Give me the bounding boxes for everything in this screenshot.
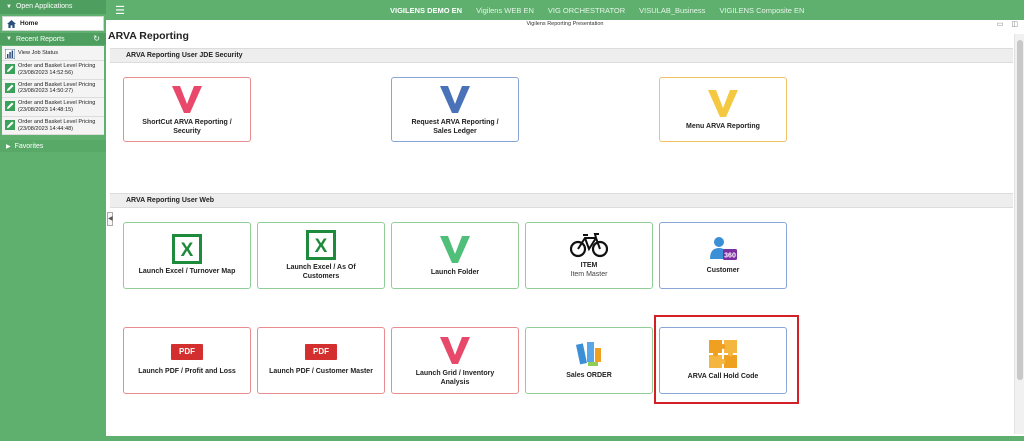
app-root: ▼ Open Applications Home ▼ Recent Report… — [0, 0, 1024, 441]
collapse-panel-icon[interactable]: ◀ — [107, 212, 113, 226]
highlight-box — [654, 315, 799, 404]
vigilens-logo-icon — [707, 87, 739, 119]
tile-item-master[interactable]: ITEM Item Master — [525, 222, 653, 289]
tile-customer[interactable]: 360 Customer — [659, 222, 787, 289]
edit-report-icon — [5, 64, 15, 74]
sidebar: ▼ Open Applications Home ▼ Recent Report… — [0, 0, 106, 441]
pdf-badge: PDF — [305, 344, 337, 361]
sidebar-item-home[interactable]: Home — [2, 16, 104, 31]
tile-shortcut-arva-reporting-security[interactable]: ShortCut ARVA Reporting / Security — [123, 77, 251, 142]
refresh-icon[interactable]: ↻ — [93, 33, 100, 45]
application-tabs: VIGILENS DEMO EN Vigilens WEB EN VIG ORC… — [390, 6, 804, 15]
sub-header: Vigilens Reporting Presentation ▭ ◫ — [106, 20, 1024, 30]
minimize-icon[interactable]: ▭ — [997, 20, 1004, 28]
tab-vig-orchestrator[interactable]: VIG ORCHESTRATOR — [548, 6, 625, 15]
tile-launch-excel-turnover-map[interactable]: X Launch Excel / Turnover Map — [123, 222, 251, 289]
tile-sales-order[interactable]: Sales ORDER — [525, 327, 653, 394]
recent-reports-label: Recent Reports — [15, 35, 65, 43]
tile-label: ITEM — [580, 261, 598, 269]
tile-request-arva-reporting-sales-ledger[interactable]: Request ARVA Reporting / Sales Ledger — [391, 77, 519, 142]
tab-vigilens-web-en[interactable]: Vigilens WEB EN — [476, 6, 534, 15]
tile-launch-excel-as-of-customers[interactable]: X Launch Excel / As Of Customers — [257, 222, 385, 289]
page-title: ARVA Reporting — [108, 30, 189, 42]
tile-label: Launch PDF / Profit and Loss — [138, 368, 236, 376]
recent-item-label: Order and Basket Level Pricing — [18, 118, 96, 125]
pdf-badge: PDF — [171, 344, 203, 361]
tile-launch-pdf-profit-and-loss[interactable]: PDF Launch PDF / Profit and Loss — [123, 327, 251, 394]
tab-vigilens-composite-en[interactable]: VIGILENS Composite EN — [719, 6, 804, 15]
recent-item[interactable]: Order and Basket Level Pricing (23/08/202… — [2, 117, 104, 136]
recent-item-label: Order and Basket Level Pricing — [18, 63, 96, 69]
tile-label: Launch Excel / Turnover Map — [138, 268, 236, 276]
tile-label: ShortCut ARVA Reporting / Security — [142, 119, 232, 135]
presentation-subtitle: Vigilens Reporting Presentation — [526, 21, 604, 27]
recent-reports-list: View Job Status Order and Basket Level P… — [2, 46, 104, 136]
pdf-icon: PDF — [171, 344, 203, 361]
edit-report-icon — [5, 82, 15, 93]
excel-icon: X — [172, 234, 202, 265]
tile-label: Launch Grid / Inventory Analysis — [415, 370, 495, 386]
edit-report-icon — [5, 101, 15, 112]
hamburger-menu-icon[interactable]: ☰ — [110, 4, 130, 17]
recent-item-label: Order and Basket Level Pricing — [18, 81, 96, 88]
svg-text:X: X — [181, 240, 194, 261]
tab-vigilens-demo-en[interactable]: VIGILENS DEMO EN — [390, 6, 462, 15]
recent-item-label: View Job Status — [18, 49, 59, 56]
chevron-down-icon: ▼ — [6, 4, 12, 10]
recent-item-time: (23/08/2023 14:48:15) — [18, 106, 74, 113]
home-label: Home — [20, 20, 39, 27]
bicycle-icon — [570, 232, 608, 258]
excel-icon: X — [306, 230, 336, 260]
recent-item-time: (23/08/2023 14:50:27) — [18, 88, 74, 95]
chevron-right-icon: ▶ — [6, 143, 11, 150]
vigilens-logo-icon — [171, 83, 203, 115]
scrollbar-thumb[interactable] — [1017, 40, 1023, 380]
sales-order-icon — [575, 340, 603, 368]
tile-launch-grid-inventory-analysis[interactable]: Launch Grid / Inventory Analysis — [391, 327, 519, 394]
svg-text:X: X — [315, 236, 328, 257]
recent-item[interactable]: Order and Basket Level Pricing (23/08/202… — [2, 98, 104, 117]
recent-item-label: Order and Basket Level Pricing — [18, 100, 96, 107]
tile-label: Customer — [706, 267, 740, 275]
section-header-user-web: ARVA Reporting User Web — [110, 193, 1013, 208]
tile-label: Launch Excel / As Of Customers — [286, 264, 356, 280]
recent-item[interactable]: Order and Basket Level Pricing (23/08/202… — [2, 80, 104, 99]
open-applications-label: Open Applications — [15, 3, 73, 10]
vertical-scrollbar[interactable] — [1014, 34, 1024, 434]
window-controls: ▭ ◫ — [997, 20, 1018, 28]
recent-item-time: (23/08/2023 14:52:56) — [18, 69, 74, 76]
tile-menu-arva-reporting[interactable]: Menu ARVA Reporting — [659, 77, 787, 142]
recent-item-time: (23/08/2023 14:44:48) — [18, 125, 74, 132]
tile-launch-pdf-customer-master[interactable]: PDF Launch PDF / Customer Master — [257, 327, 385, 394]
favorites-label: Favorites — [14, 142, 44, 150]
favorites-header[interactable]: ▶ Favorites — [0, 140, 106, 153]
recent-item-view-job-status[interactable]: View Job Status — [2, 46, 104, 61]
tile-sublabel: Item Master — [570, 271, 608, 278]
recent-item[interactable]: Order and Basket Level Pricing (23/08/202… — [2, 61, 104, 80]
tile-label: Launch Folder — [430, 269, 480, 277]
tile-label: Sales ORDER — [566, 372, 612, 380]
tile-label: Menu ARVA Reporting — [686, 123, 760, 131]
svg-text:360: 360 — [724, 253, 736, 260]
customer-360-icon: 360 — [708, 235, 738, 263]
bottom-bar — [0, 436, 1024, 441]
vigilens-logo-icon — [439, 83, 471, 115]
recent-reports-header[interactable]: ▼ Recent Reports ↻ — [0, 33, 106, 45]
top-navigation-bar: ☰ VIGILENS DEMO EN Vigilens WEB EN VIG O… — [106, 0, 1024, 20]
section-header-jde-security: ARVA Reporting User JDE Security — [110, 48, 1013, 63]
edit-report-icon — [5, 119, 15, 130]
vigilens-logo-icon — [439, 334, 471, 366]
home-icon — [7, 19, 16, 28]
tile-label: Launch PDF / Customer Master — [269, 368, 373, 376]
tile-launch-folder[interactable]: Launch Folder — [391, 222, 519, 289]
chevron-down-icon: ▼ — [6, 36, 12, 42]
vigilens-logo-icon — [439, 233, 471, 265]
open-applications-header[interactable]: ▼ Open Applications — [0, 0, 106, 14]
maximize-icon[interactable]: ◫ — [1011, 20, 1018, 28]
tab-visulab-business[interactable]: VISULAB_Business — [639, 6, 705, 15]
tile-label: Request ARVA Reporting / Sales Ledger — [411, 119, 499, 135]
pdf-icon: PDF — [305, 344, 337, 361]
chart-icon — [5, 48, 15, 59]
